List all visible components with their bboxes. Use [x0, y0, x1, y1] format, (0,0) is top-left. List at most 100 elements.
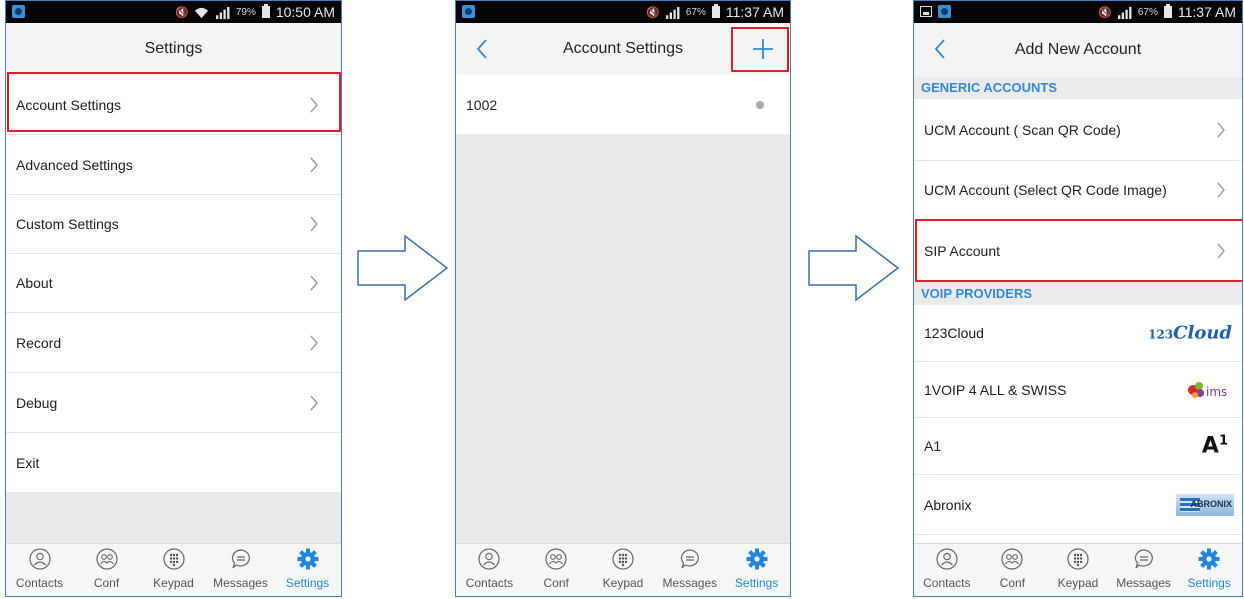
menu-item-exit[interactable]: Exit: [6, 433, 341, 493]
title-bar: Settings: [6, 23, 341, 75]
keypad-icon: [1067, 548, 1089, 570]
menu-item-record[interactable]: Record: [6, 313, 341, 373]
tab-conf[interactable]: Conf: [523, 544, 590, 596]
tab-keypad[interactable]: Keypad: [590, 544, 657, 596]
app-notification-icon: [12, 5, 25, 18]
provider-row-a1[interactable]: A1 A1: [914, 418, 1242, 475]
tab-settings[interactable]: Settings: [1176, 544, 1242, 596]
provider-name: A1: [924, 438, 942, 454]
settings-screen: 🔇 79% 10:50 AM Settings Account Settings…: [5, 0, 342, 597]
highlight-box: [7, 72, 341, 132]
menu-item-label: Debug: [16, 394, 58, 411]
chevron-right-icon: [310, 335, 318, 350]
menu-item-label: Custom Settings: [16, 216, 119, 232]
tab-conf[interactable]: Conf: [73, 544, 140, 596]
conference-icon: [1001, 548, 1023, 570]
tab-settings[interactable]: Settings: [274, 544, 341, 596]
tab-label: Keypad: [1057, 576, 1099, 590]
provider-row-123cloud[interactable]: 123Cloud 123Cloud: [914, 305, 1242, 362]
tab-label: Conf: [93, 576, 120, 590]
chevron-right-icon: [310, 275, 318, 291]
settings-gear-icon: [297, 548, 318, 570]
app-notification-icon: [938, 5, 951, 18]
provider-name: 123Cloud: [924, 325, 984, 341]
logo-text: A: [1201, 433, 1219, 459]
messages-icon: [680, 549, 699, 569]
highlight-box: [731, 27, 789, 72]
page-title: Add New Account: [1014, 41, 1142, 58]
status-bar: 🔇 79% 10:50 AM: [6, 1, 341, 23]
tab-label: Keypad: [602, 576, 644, 590]
menu-item-label: Advanced Settings: [16, 156, 133, 173]
provider-row-1voip[interactable]: 1VOIP 4 ALL & SWISS ims: [914, 362, 1242, 418]
menu-item-debug[interactable]: Debug: [6, 373, 341, 433]
tab-contacts[interactable]: Contacts: [456, 544, 523, 596]
logo-text: Cloud: [1173, 322, 1232, 344]
clock: 10:50 AM: [275, 4, 335, 20]
account-name: 1002: [466, 96, 498, 113]
battery-icon: [261, 4, 270, 18]
tab-label: Contacts: [15, 576, 64, 590]
provider-name: Abronix: [924, 496, 972, 513]
signal-icon: [1117, 6, 1132, 19]
tab-label: Messages: [213, 576, 268, 590]
logo-text: ims: [1206, 385, 1227, 399]
provider-name: 1VOIP 4 ALL & SWISS: [924, 381, 1067, 398]
chevron-right-icon: [310, 157, 318, 172]
tab-messages[interactable]: Messages: [1111, 544, 1177, 596]
empty-area: [6, 493, 341, 544]
tab-contacts[interactable]: Contacts: [6, 544, 73, 596]
menu-item-label: Exit: [16, 454, 40, 471]
chevron-right-icon: [310, 216, 318, 232]
menu-item-label: UCM Account (Select QR Code Image): [924, 182, 1167, 198]
tab-conf[interactable]: Conf: [980, 544, 1046, 596]
battery-percent: 79%: [235, 6, 256, 18]
tab-label: Settings: [1187, 576, 1231, 590]
tab-keypad[interactable]: Keypad: [140, 544, 207, 596]
menu-item-advanced-settings[interactable]: Advanced Settings: [6, 135, 341, 195]
tab-label: Conf: [999, 576, 1026, 590]
menu-item-ucm-select-qr-image[interactable]: UCM Account (Select QR Code Image): [914, 161, 1242, 220]
empty-area: [456, 135, 790, 544]
contacts-icon: [28, 548, 51, 570]
title-bar: Add New Account: [914, 23, 1242, 77]
tab-label: Keypad: [153, 576, 194, 590]
123cloud-logo: 123Cloud: [1148, 323, 1232, 344]
mute-icon: 🔇: [646, 6, 660, 19]
flow-arrow-icon: [808, 235, 900, 301]
account-row[interactable]: 1002: [456, 75, 790, 135]
menu-item-about[interactable]: About: [6, 254, 341, 313]
tab-messages[interactable]: Messages: [656, 544, 723, 596]
menu-item-custom-settings[interactable]: Custom Settings: [6, 195, 341, 254]
tab-keypad[interactable]: Keypad: [1045, 544, 1111, 596]
tab-contacts[interactable]: Contacts: [914, 544, 980, 596]
mute-icon: 🔇: [1098, 6, 1112, 19]
section-header-voip-providers: VOIP PROVIDERS: [914, 283, 1242, 305]
wifi-icon: [194, 7, 208, 18]
tab-messages[interactable]: Messages: [207, 544, 274, 596]
page-title: Settings: [144, 40, 203, 57]
keypad-icon: [162, 548, 185, 570]
highlight-box: [915, 219, 1242, 282]
tab-label: Messages: [1116, 576, 1171, 590]
keypad-icon: [612, 548, 634, 570]
contacts-icon: [936, 548, 958, 570]
provider-row-abronix[interactable]: Abronix ABRONIX: [914, 475, 1242, 535]
messages-icon: [231, 549, 250, 569]
battery-icon: [711, 4, 720, 18]
tab-settings[interactable]: Settings: [723, 544, 790, 596]
logo-text: ABRONIX: [1190, 498, 1232, 509]
tab-label: Contacts: [465, 576, 514, 590]
tab-label: Messages: [662, 576, 718, 590]
tab-label: Conf: [543, 576, 569, 590]
tab-label: Contacts: [923, 576, 971, 590]
bottom-tab-bar: Contacts Conf Keypad Messages Settings: [456, 543, 790, 596]
account-settings-screen: 🔇 67% 11:37 AM Account Settings 1002 Con…: [455, 0, 791, 597]
clock: 11:37 AM: [1177, 4, 1236, 20]
menu-item-ucm-scan-qr[interactable]: UCM Account ( Scan QR Code): [914, 99, 1242, 161]
a1-logo: A1: [1202, 433, 1228, 458]
ims-logo: ims: [1188, 381, 1227, 399]
chevron-right-icon: [310, 395, 318, 410]
app-notification-icon: [462, 5, 475, 18]
tab-label: Settings: [734, 576, 779, 590]
